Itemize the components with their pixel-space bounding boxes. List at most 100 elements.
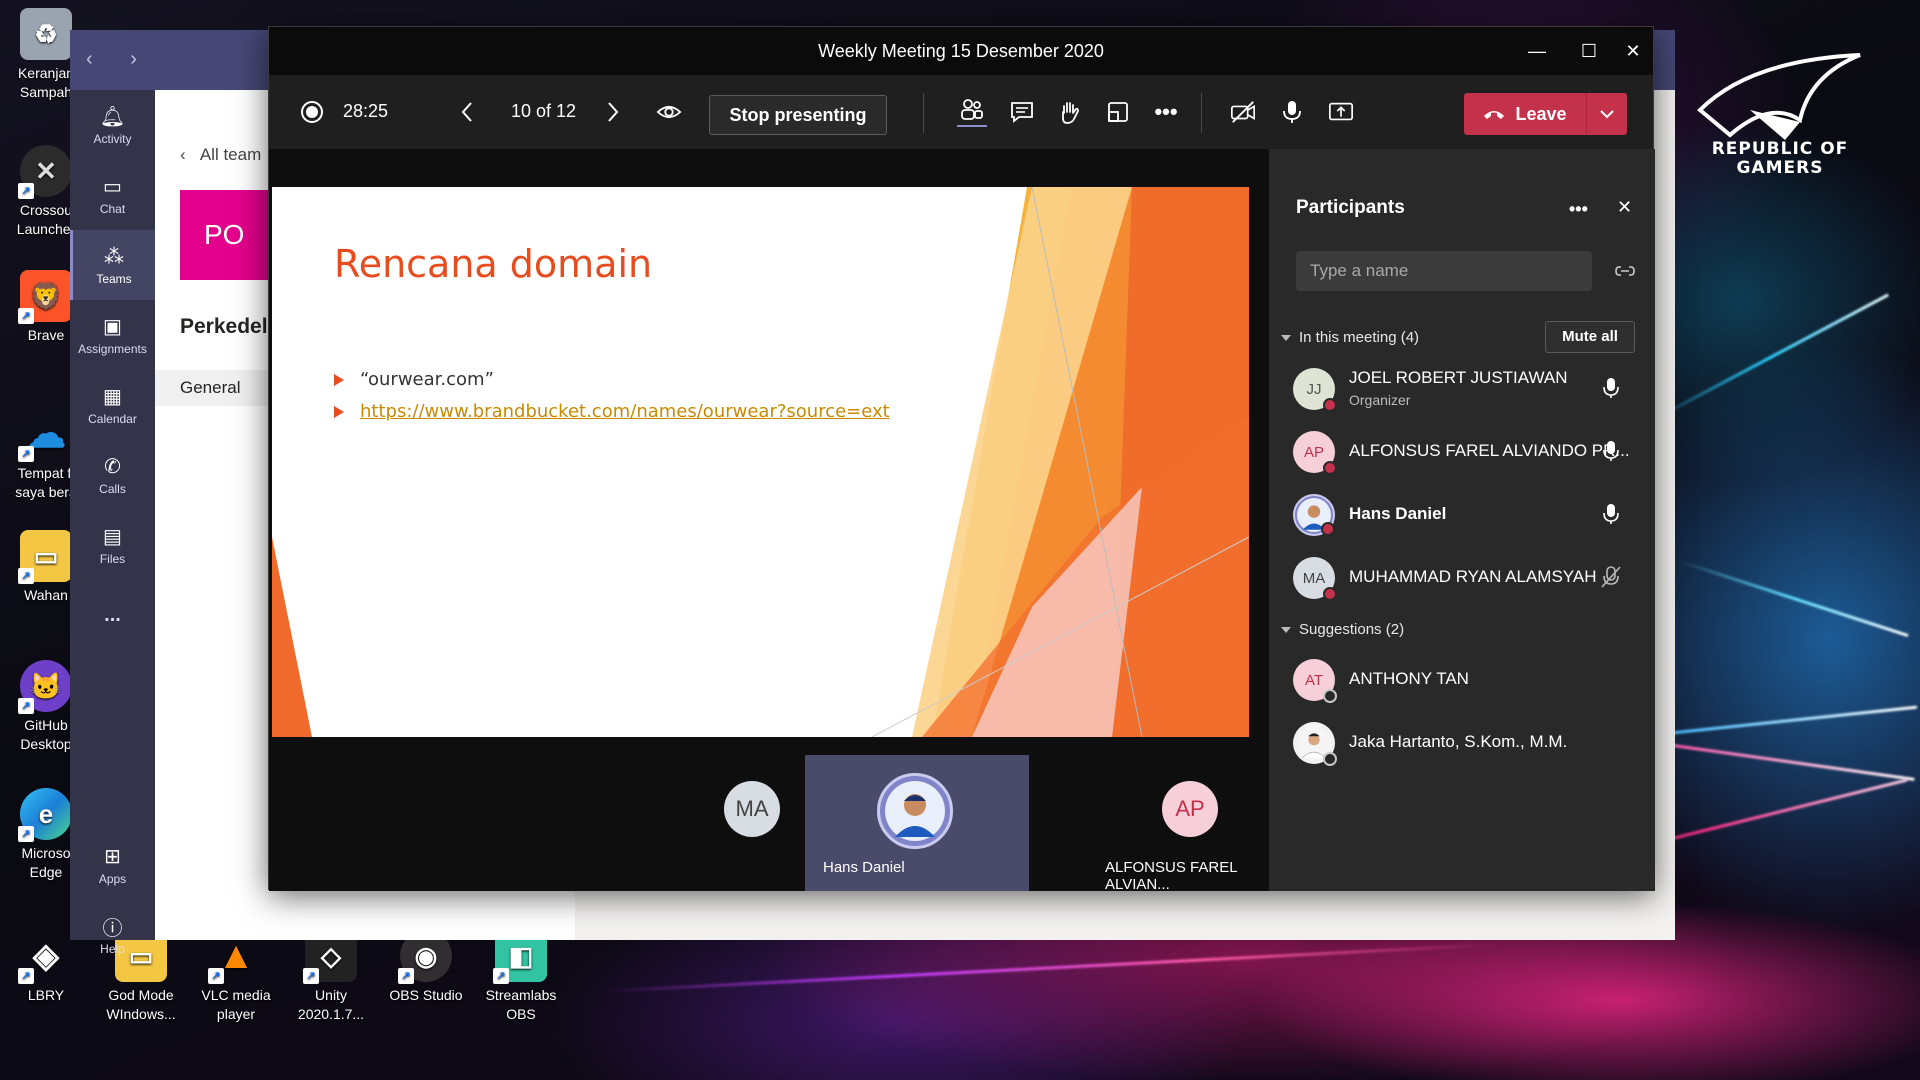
suggestion-row[interactable]: Jaka Hartanto, S.Kom., M.M. bbox=[1269, 716, 1655, 772]
participant-avatar: AP bbox=[1293, 431, 1337, 475]
participant-name: JOEL ROBERT JUSTIAWAN bbox=[1349, 368, 1568, 387]
leave-label: Leave bbox=[1515, 103, 1567, 124]
microphone-icon bbox=[1603, 378, 1619, 398]
chevron-down-icon bbox=[1281, 334, 1291, 341]
rail-item-chat[interactable]: ▭ Chat bbox=[70, 160, 155, 230]
github-icon: 🐱 ↗ bbox=[18, 660, 72, 714]
apps-icon: ⊞ bbox=[104, 845, 121, 868]
view-slides-button[interactable] bbox=[655, 99, 683, 125]
hang-up-icon bbox=[1484, 111, 1505, 119]
participants-icon bbox=[961, 99, 983, 120]
bullet-marker-icon bbox=[334, 405, 344, 418]
rail-item-files[interactable]: ▤ Files bbox=[70, 510, 155, 580]
tile-name: Hans Daniel bbox=[823, 859, 905, 876]
stop-presenting-button[interactable]: Stop presenting bbox=[709, 95, 887, 135]
microphone-icon bbox=[1603, 504, 1619, 524]
leave-options-button[interactable] bbox=[1587, 109, 1627, 119]
chat-icon bbox=[1011, 102, 1033, 123]
participant-row[interactable]: Hans Daniel bbox=[1269, 488, 1655, 544]
teams-icon: ⁂ bbox=[104, 245, 124, 268]
chevron-down-icon bbox=[1600, 110, 1614, 119]
rail-item-assignments[interactable]: ▣ Assignments bbox=[70, 300, 155, 370]
participant-search-input[interactable] bbox=[1296, 251, 1592, 291]
chevron-right-icon bbox=[608, 102, 619, 122]
microphone-icon bbox=[1283, 101, 1301, 123]
participants-more-icon[interactable]: ••• bbox=[1569, 199, 1588, 220]
toolbar-divider bbox=[1201, 93, 1202, 133]
leave-button[interactable]: Leave bbox=[1464, 93, 1627, 135]
rooms-icon bbox=[1108, 102, 1128, 122]
mute-all-button[interactable]: Mute all bbox=[1545, 321, 1635, 353]
raise-hand-button[interactable] bbox=[1057, 99, 1083, 125]
rail-item-calls[interactable]: ✆ Calls bbox=[70, 440, 155, 510]
suggestions-section-header[interactable]: Suggestions (2) bbox=[1281, 621, 1404, 638]
recycle-bin-icon: ♻ bbox=[20, 8, 72, 60]
participant-avatar: AT bbox=[1293, 659, 1337, 703]
rail-item-calendar[interactable]: ▦ Calendar bbox=[70, 370, 155, 440]
record-icon bbox=[299, 99, 325, 125]
rail-item-label: Help bbox=[100, 942, 125, 956]
breakout-rooms-button[interactable] bbox=[1105, 99, 1131, 125]
history-nav-icon[interactable]: ‹ › bbox=[86, 48, 153, 71]
rail-item-activity[interactable]: 🔔︎ Activity bbox=[70, 90, 155, 160]
participant-avatar: MA bbox=[1293, 557, 1337, 601]
participant-row[interactable]: JJ JOEL ROBERT JUSTIAWAN Organizer bbox=[1269, 362, 1655, 418]
rail-item-label: Activity bbox=[93, 132, 132, 146]
rail-item-apps[interactable]: ⊞ Apps bbox=[70, 830, 155, 900]
meeting-timer: 28:25 bbox=[343, 101, 389, 121]
slide-title: Rencana domain bbox=[334, 242, 653, 286]
in-meeting-section-header[interactable]: In this meeting (4) bbox=[1281, 329, 1419, 346]
desktop-icon-vlc[interactable]: ▲ ↗ VLC media player bbox=[190, 930, 282, 1024]
participant-avatar bbox=[1293, 722, 1337, 766]
share-invite-icon[interactable] bbox=[1615, 263, 1635, 279]
show-participants-button[interactable] bbox=[957, 97, 987, 127]
lbry-icon: ◈ ↗ bbox=[18, 930, 72, 984]
calendar-icon: ▦ bbox=[103, 385, 122, 408]
edge-icon: e ↗ bbox=[18, 788, 72, 842]
bullet-text: “ourwear.com” bbox=[360, 369, 494, 390]
all-teams-link[interactable]: ‹ All team bbox=[180, 145, 261, 165]
camera-toggle-button[interactable] bbox=[1229, 99, 1257, 125]
slide-bullet: https://www.brandbucket.com/names/ourwea… bbox=[334, 401, 890, 422]
camera-off-icon bbox=[1231, 101, 1255, 123]
participant-avatar bbox=[1293, 494, 1335, 536]
slide-counter: 10 of 12 bbox=[511, 101, 577, 121]
files-icon: ▤ bbox=[103, 525, 122, 548]
participant-row[interactable]: MA MUHAMMAD RYAN ALAMSYAH bbox=[1269, 551, 1655, 607]
tile-hans-daniel[interactable]: Hans Daniel bbox=[805, 755, 1029, 891]
help-icon: ⓘ bbox=[102, 917, 123, 940]
slide-link[interactable]: https://www.brandbucket.com/names/ourwea… bbox=[360, 401, 890, 422]
microphone-toggle-button[interactable] bbox=[1279, 99, 1305, 125]
desktop-icon-obs-studio[interactable]: ◉ ↗ OBS Studio bbox=[380, 930, 472, 1005]
minimize-button[interactable]: — bbox=[1507, 27, 1567, 75]
show-conversation-button[interactable] bbox=[1009, 99, 1035, 125]
chevron-down-icon bbox=[1281, 626, 1291, 633]
slide-bullet: “ourwear.com” bbox=[334, 369, 494, 390]
presentation-slide: Rencana domain “ourwear.com” https://www… bbox=[272, 187, 1249, 737]
close-panel-icon[interactable]: ✕ bbox=[1617, 197, 1632, 218]
share-content-button[interactable] bbox=[1327, 99, 1355, 125]
rail-more-button[interactable]: ... bbox=[70, 580, 155, 650]
microphone-icon bbox=[1603, 441, 1619, 461]
rail-item-label: Apps bbox=[98, 872, 127, 886]
participant-row[interactable]: AP ALFONSUS FAREL ALVIANDO PR... bbox=[1269, 425, 1655, 481]
desktop-icon-unity[interactable]: ◇ ↗ Unity 2020.1.7... bbox=[285, 930, 377, 1024]
chat-icon: ▭ bbox=[103, 175, 122, 198]
participants-header: Participants bbox=[1296, 197, 1405, 218]
participant-role: Organizer bbox=[1349, 392, 1411, 408]
participant-name: ALFONSUS FAREL ALVIANDO PR... bbox=[1349, 441, 1630, 460]
rail-item-help[interactable]: ⓘ Help bbox=[70, 900, 155, 970]
rail-item-teams[interactable]: ⁂ Teams bbox=[70, 230, 155, 300]
suggestion-row[interactable]: AT ANTHONY TAN bbox=[1269, 653, 1655, 709]
share-screen-icon bbox=[1329, 102, 1353, 121]
chevron-left-icon bbox=[461, 102, 472, 122]
cloud-icon: ☁ ↗ bbox=[18, 408, 72, 462]
previous-slide-button[interactable] bbox=[455, 99, 481, 125]
next-slide-button[interactable] bbox=[599, 99, 625, 125]
more-actions-button[interactable]: ••• bbox=[1153, 99, 1179, 125]
participant-name: MUHAMMAD RYAN ALAMSYAH bbox=[1349, 567, 1597, 586]
rail-item-label: Files bbox=[99, 552, 126, 566]
rail-item-label: Teams bbox=[96, 272, 132, 286]
desktop-icon-streamlabs[interactable]: ◧ ↗ Streamlabs OBS bbox=[475, 930, 567, 1024]
close-button[interactable]: ✕ bbox=[1603, 27, 1663, 75]
